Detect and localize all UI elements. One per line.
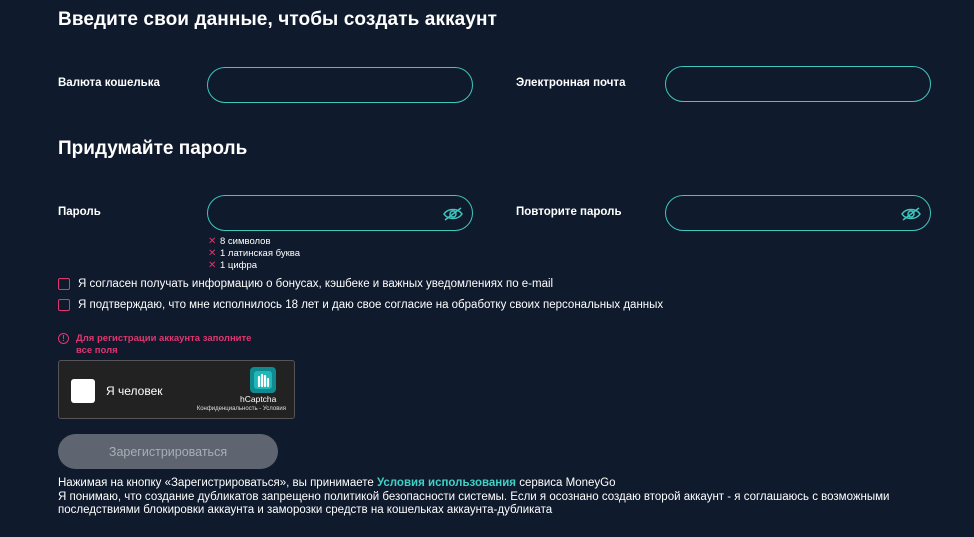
captcha-privacy-links[interactable]: Конфиденциальность - Условия — [197, 406, 286, 412]
bonus-consent-row[interactable]: Я согласен получать информацию о бонусах… — [58, 278, 553, 290]
repeat-password-label: Повторите пароль — [516, 206, 622, 218]
page-title: Введите свои данные, чтобы создать аккау… — [58, 9, 497, 30]
wallet-currency-field[interactable] — [207, 67, 473, 103]
terms-link[interactable]: Условия использования — [377, 477, 516, 489]
password-section-title: Придумайте пароль — [58, 138, 248, 159]
duplicate-account-notice: Я понимаю, что создание дубликатов запре… — [58, 490, 890, 517]
captcha-label: Я человек — [106, 384, 163, 398]
hcaptcha-logo-icon — [250, 367, 276, 393]
password-label: Пароль — [58, 206, 101, 218]
age-consent-row[interactable]: Я подтверждаю, что мне исполнилось 18 ле… — [58, 299, 663, 311]
cross-icon: ✕ — [208, 236, 217, 247]
email-label: Электронная почта — [516, 77, 626, 89]
hcaptcha-widget: Я человек hCaptcha Конфиденциальность - … — [58, 360, 295, 419]
password-rule: ✕ 1 цифра — [208, 260, 258, 271]
cross-icon: ✕ — [208, 260, 217, 271]
captcha-checkbox[interactable] — [71, 379, 95, 403]
validation-warning: ! Для регистрации аккаунта заполните все… — [58, 333, 251, 357]
password-field[interactable] — [207, 195, 473, 231]
register-button[interactable]: Зарегистрироваться — [58, 434, 278, 469]
legal-text: Нажимая на кнопку «Зарегистрироваться», … — [58, 477, 958, 518]
eye-off-icon[interactable] — [442, 206, 464, 222]
eye-off-icon[interactable] — [900, 206, 922, 222]
alert-icon: ! — [58, 333, 69, 344]
email-field[interactable] — [665, 66, 931, 102]
captcha-brand: hCaptcha — [240, 394, 277, 404]
age-consent-text: Я подтверждаю, что мне исполнилось 18 ле… — [78, 299, 664, 311]
password-requirements: ✕ 8 символов ✕ 1 латинская буква ✕ 1 цифра — [208, 236, 300, 272]
bonus-consent-checkbox[interactable] — [58, 278, 70, 290]
repeat-password-field[interactable] — [665, 195, 931, 231]
cross-icon: ✕ — [208, 248, 217, 259]
wallet-currency-label: Валюта кошелька — [58, 77, 160, 89]
bonus-consent-text: Я согласен получать информацию о бонусах… — [78, 278, 554, 290]
password-rule: ✕ 1 латинская буква — [208, 248, 300, 259]
password-rule: ✕ 8 символов — [208, 236, 271, 247]
age-consent-checkbox[interactable] — [58, 299, 70, 311]
